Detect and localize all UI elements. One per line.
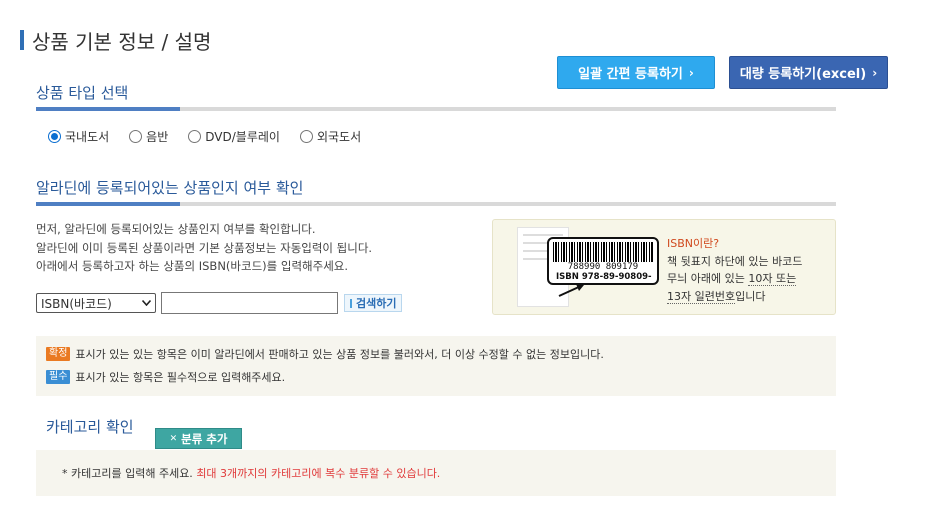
required-badge: 필수 bbox=[46, 370, 71, 384]
radio-button[interactable] bbox=[299, 130, 313, 143]
arrow-icon bbox=[558, 284, 584, 297]
notice-required-text: 표시가 있는 항목은 필수적으로 입력해주세요. bbox=[75, 371, 286, 384]
isbn-explanation: ISBN이란? 책 뒷표지 하단에 있는 바코드 무늬 아래에 있는 10자 또… bbox=[667, 235, 802, 305]
section-title-registration-check: 알라딘에 등록되어있는 상품인지 여부 확인 bbox=[36, 179, 304, 197]
section-title-product-type: 상품 타입 선택 bbox=[36, 84, 129, 102]
notice-fixed: 확정 표시가 있는 있는 항목은 이미 알라딘에서 판매하고 있는 상품 정보를… bbox=[46, 346, 604, 362]
select-value: ISBN(바코드) bbox=[41, 296, 112, 311]
isbn-input[interactable] bbox=[161, 292, 338, 314]
radio-button[interactable] bbox=[129, 130, 143, 143]
description-line: 알라딘에 이미 등록된 상품이라면 기본 상품정보는 자동입력이 됩니다. bbox=[36, 240, 373, 255]
bulk-register-label: 대량 등록하기(excel) bbox=[739, 67, 867, 82]
add-category-label: 분류 추가 bbox=[181, 431, 228, 446]
page-title-text: 상품 기본 정보 / 설명 bbox=[32, 29, 212, 54]
add-category-button[interactable]: ✕ 분류 추가 bbox=[155, 428, 242, 449]
notice-required: 필수 표시가 있는 항목은 필수적으로 입력해주세요. bbox=[46, 369, 285, 385]
barcode-number: 788990 809179 bbox=[567, 262, 639, 272]
category-hint-box: * 카테고리를 입력해 주세요. 최대 3개까지의 카테고리에 복수 분류할 수… bbox=[36, 450, 836, 496]
category-hint-text: * 카테고리를 입력해 주세요. bbox=[62, 467, 197, 480]
description-line: 먼저, 알라딘에 등록되어있는 상품인지 여부를 확인합니다. bbox=[36, 222, 316, 236]
radio-label: 국내도서 bbox=[65, 130, 110, 144]
category-hint-warning: 최대 3개까지의 카테고리에 복수 분류할 수 있습니다. bbox=[196, 467, 441, 480]
isbn-search-row: ISBN(바코드) 검색하기 bbox=[36, 292, 403, 314]
section-divider bbox=[36, 202, 836, 206]
isbn-explanation-line: 무늬 아래에 있는 10자 또는 bbox=[667, 272, 797, 286]
chevron-right-icon: › bbox=[872, 65, 878, 80]
radio-button[interactable] bbox=[188, 130, 202, 143]
isbn-info-box: 788990 809179 ISBN 978-89-90809-17-7 ISB… bbox=[492, 219, 836, 315]
barcode-icon: 788990 809179 ISBN 978-89-90809-17-7 bbox=[547, 237, 659, 285]
section-divider bbox=[36, 107, 836, 111]
code-type-select[interactable]: ISBN(바코드) bbox=[36, 293, 156, 313]
isbn-question: ISBN이란? bbox=[667, 237, 720, 250]
radio-label: 음반 bbox=[146, 130, 169, 144]
radio-music[interactable]: 음반 bbox=[129, 128, 168, 145]
radio-label: DVD/블루레이 bbox=[205, 130, 280, 144]
radio-foreign-books[interactable]: 외국도서 bbox=[299, 128, 362, 145]
search-button-label: 검색하기 bbox=[356, 297, 397, 310]
simple-register-button[interactable]: 일괄 간편 등록하기 › bbox=[557, 56, 715, 89]
chevron-right-icon: › bbox=[688, 65, 694, 80]
simple-register-label: 일괄 간편 등록하기 bbox=[578, 67, 683, 82]
search-button-marker-icon bbox=[350, 298, 352, 308]
chevron-down-icon bbox=[142, 300, 151, 306]
radio-label: 외국도서 bbox=[316, 130, 362, 144]
product-type-radio-group: 국내도서 음반 DVD/블루레이 외국도서 bbox=[48, 128, 381, 145]
page-title: 상품 기본 정보 / 설명 bbox=[20, 26, 211, 54]
isbn-explanation-line: 책 뒷표지 하단에 있는 바코드 bbox=[667, 254, 803, 268]
close-icon: ✕ bbox=[169, 433, 178, 444]
isbn-explanation-line: 13자 일련번호입니다 bbox=[667, 289, 766, 304]
radio-domestic-books[interactable]: 국내도서 bbox=[48, 128, 109, 145]
title-marker bbox=[20, 30, 24, 50]
description-line: 아래에서 등록하고자 하는 상품의 ISBN(바코드)를 입력해주세요. bbox=[36, 259, 349, 273]
fixed-badge: 확정 bbox=[46, 347, 71, 361]
registration-check-description: 먼저, 알라딘에 등록되어있는 상품인지 여부를 확인합니다. 알라딘에 이미 … bbox=[36, 220, 372, 276]
bulk-register-button[interactable]: 대량 등록하기(excel) › bbox=[729, 56, 888, 89]
notice-box: 확정 표시가 있는 있는 항목은 이미 알라딘에서 판매하고 있는 상품 정보를… bbox=[36, 336, 836, 396]
radio-button[interactable] bbox=[48, 130, 61, 143]
search-button[interactable]: 검색하기 bbox=[344, 294, 403, 312]
notice-fixed-text: 표시가 있는 있는 항목은 이미 알라딘에서 판매하고 있는 상품 정보를 불러… bbox=[75, 348, 604, 361]
radio-dvd-bluray[interactable]: DVD/블루레이 bbox=[188, 128, 280, 145]
section-title-category: 카테고리 확인 bbox=[46, 418, 134, 436]
